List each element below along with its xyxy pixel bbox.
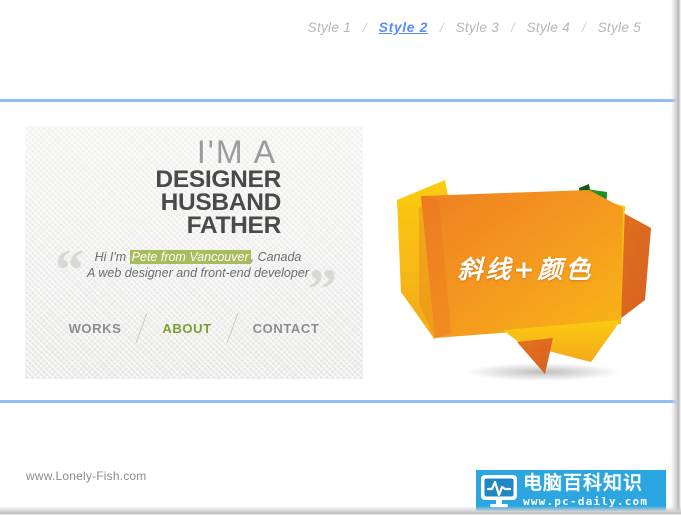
card-nav-about[interactable]: ABOUT xyxy=(142,321,231,336)
card-quote-block: “ ” Hi I'm Pete from Vancouver, Canada A… xyxy=(25,237,363,319)
divider-bottom xyxy=(0,400,681,403)
card-nav-works[interactable]: WORKS xyxy=(49,321,142,336)
nav-item-style-4[interactable]: Style 4 xyxy=(517,20,580,35)
page-edge-shadow-right xyxy=(671,0,681,515)
nav-separator: / xyxy=(511,20,515,35)
page-edge-shadow-bottom xyxy=(0,506,681,515)
divider-top xyxy=(0,99,681,102)
nav-item-style-2[interactable]: Style 2 xyxy=(369,19,438,35)
card-role-designer: DESIGNER xyxy=(155,166,281,193)
quote-line2: A web designer and front-end developer xyxy=(87,266,309,280)
style-navigation[interactable]: Style 1 / Style 2 / Style 3 / Style 4 / … xyxy=(298,19,651,35)
card-roles: DESIGNER HUSBAND FATHER xyxy=(25,166,282,239)
card-nav-contact[interactable]: CONTACT xyxy=(233,321,340,336)
profile-card: I'M A DESIGNER HUSBAND FATHER “ ” Hi I'm… xyxy=(25,126,363,379)
quote-open-icon: “ xyxy=(55,237,84,302)
watermark-badge: 电脑百科知识 www.pc-daily.com xyxy=(476,470,666,511)
card-role-husband: HUSBAND xyxy=(160,189,282,216)
nav-separator: / xyxy=(582,20,586,35)
card-navigation[interactable]: WORKS ABOUT CONTACT xyxy=(25,313,363,343)
card-role-father: FATHER xyxy=(186,212,282,239)
monitor-pulse-icon xyxy=(480,474,518,508)
nav-separator: / xyxy=(363,20,367,35)
nav-item-style-5[interactable]: Style 5 xyxy=(588,20,651,35)
quote-highlight: Pete from Vancouver xyxy=(129,250,251,264)
origami-banner: 斜线+颜色 xyxy=(393,172,658,387)
origami-banner-graphic xyxy=(397,180,651,381)
nav-item-style-1[interactable]: Style 1 xyxy=(298,20,361,35)
nav-item-style-3[interactable]: Style 3 xyxy=(446,20,509,35)
nav-separator: / xyxy=(440,20,444,35)
watermark-title: 电脑百科知识 xyxy=(523,472,644,494)
quote-line1-suffix: , Canada xyxy=(250,250,302,264)
quote-line1-prefix: Hi I'm xyxy=(94,250,130,264)
footer-site-url: www.Lonely-Fish.com xyxy=(26,469,147,483)
card-quote-text: Hi I'm Pete from Vancouver, Canada A web… xyxy=(83,249,313,281)
